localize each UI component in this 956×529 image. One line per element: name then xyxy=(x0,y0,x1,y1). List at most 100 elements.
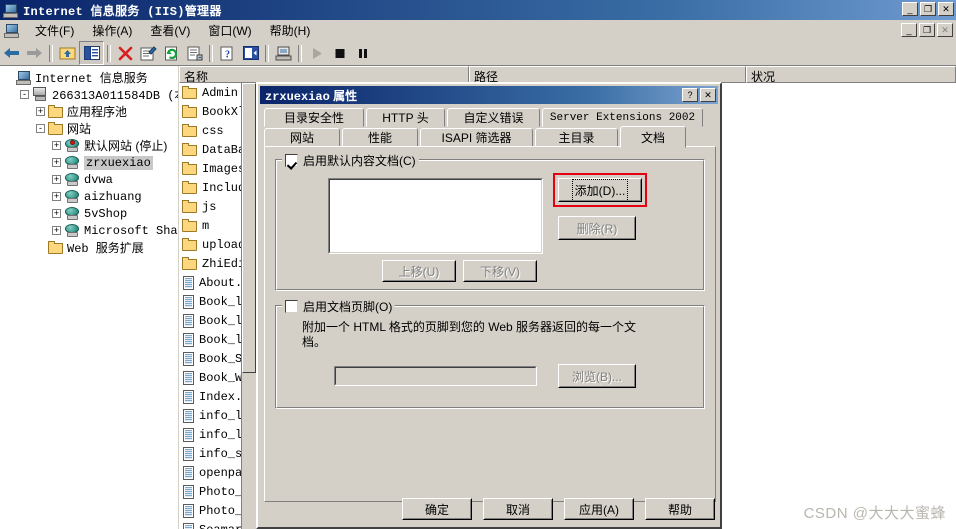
document-icon xyxy=(182,351,195,366)
delete-icon[interactable] xyxy=(114,42,137,64)
tree-item-7[interactable]: + aizhuang xyxy=(2,188,178,205)
toolbar-separator-3 xyxy=(209,44,213,62)
tree-item-6[interactable]: + dvwa xyxy=(2,171,178,188)
restore-button[interactable]: ❐ xyxy=(920,2,936,16)
folder-icon xyxy=(182,105,198,118)
menu-file[interactable]: 文件(F) xyxy=(26,20,83,41)
expand-icon[interactable]: + xyxy=(52,192,61,201)
window-titlebar: Internet 信息服务 (IIS)管理器 _ ❐ ✕ xyxy=(0,0,956,20)
tree-item-9[interactable]: + Microsoft Share xyxy=(2,222,178,239)
tab-isapi-filters[interactable]: ISAPI 筛选器 xyxy=(420,128,533,147)
tree-item-label: dvwa xyxy=(84,172,113,187)
tree-item-5[interactable]: + zrxuexiao xyxy=(2,154,178,171)
file-list-scrollbar[interactable] xyxy=(241,83,256,529)
computer-icon xyxy=(16,70,32,85)
help-button[interactable]: 帮助 xyxy=(645,498,715,520)
close-button[interactable]: ✕ xyxy=(938,2,954,16)
window-title: Internet 信息服务 (IIS)管理器 xyxy=(23,4,222,19)
console-tree-pane[interactable]: Internet 信息服务 - 266313A011584DB (本地计+应用程序池… xyxy=(0,66,179,529)
tab-home-directory[interactable]: 主目录 xyxy=(535,128,618,147)
tab-website[interactable]: 网站 xyxy=(264,128,340,147)
forward-icon[interactable] xyxy=(23,42,46,64)
mdi-minimize-button[interactable]: _ xyxy=(901,23,917,37)
enable-default-documents-checkbox[interactable] xyxy=(285,154,298,167)
tree-item-1[interactable]: - 266313A011584DB (本地计 xyxy=(2,86,178,103)
move-up-button[interactable]: 上移(U) xyxy=(382,260,456,282)
expand-icon[interactable]: + xyxy=(52,175,61,184)
website-icon xyxy=(64,223,81,238)
help-icon[interactable]: ? xyxy=(216,42,239,64)
folder-icon xyxy=(182,219,198,232)
list-column-header[interactable]: 名称 路径 状况 xyxy=(179,66,956,83)
show-tree-icon[interactable] xyxy=(79,41,104,65)
menu-help[interactable]: 帮助(H) xyxy=(261,20,320,41)
document-icon xyxy=(182,313,195,328)
enable-document-footer-checkbox[interactable] xyxy=(285,300,298,313)
expand-icon[interactable]: + xyxy=(36,107,45,116)
default-documents-group: 启用默认内容文档(C) 添加(D)... 删除(R) 上移(U) 下移(V) xyxy=(275,152,705,291)
console-tree[interactable]: Internet 信息服务 - 266313A011584DB (本地计+应用程序池… xyxy=(0,66,178,256)
collapse-icon[interactable]: - xyxy=(36,124,45,133)
tree-item-10[interactable]: Web 服务扩展 xyxy=(2,239,178,256)
properties-icon[interactable] xyxy=(137,42,160,64)
start-icon[interactable] xyxy=(305,42,328,64)
expand-icon[interactable]: + xyxy=(52,226,61,235)
default-documents-listbox[interactable] xyxy=(328,178,543,254)
folder-icon xyxy=(182,143,198,156)
dialog-close-button[interactable]: ✕ xyxy=(700,88,716,102)
pause-icon[interactable] xyxy=(351,42,374,64)
tab-custom-errors[interactable]: 自定义错误 xyxy=(447,108,540,127)
browse-button[interactable]: 浏览(B)... xyxy=(558,364,636,388)
cancel-button[interactable]: 取消 xyxy=(483,498,553,520)
remove-document-button[interactable]: 删除(R) xyxy=(558,216,636,240)
tree-item-4[interactable]: + 默认网站 (停止) xyxy=(2,137,178,154)
move-down-label: 下移(V) xyxy=(480,264,520,279)
tab-http-headers[interactable]: HTTP 头 xyxy=(366,108,445,127)
column-header-1[interactable]: 路径 xyxy=(469,66,746,83)
tree-item-0[interactable]: Internet 信息服务 xyxy=(2,69,178,86)
column-header-2[interactable]: 状况 xyxy=(746,66,956,83)
toolbar-separator-4 xyxy=(265,44,269,62)
scrollbar-thumb[interactable] xyxy=(242,83,256,373)
expand-icon[interactable]: + xyxy=(52,209,61,218)
remove-document-label: 删除(R) xyxy=(576,221,618,236)
document-icon xyxy=(182,370,195,385)
back-icon[interactable] xyxy=(0,42,23,64)
move-down-button[interactable]: 下移(V) xyxy=(463,260,537,282)
up-folder-icon[interactable] xyxy=(56,42,79,64)
expand-icon[interactable]: + xyxy=(52,141,61,150)
connect-icon[interactable] xyxy=(272,42,295,64)
collapse-icon[interactable]: - xyxy=(20,90,29,99)
tab-documents[interactable]: 文档 xyxy=(620,126,686,148)
ok-button[interactable]: 确定 xyxy=(402,498,472,520)
menu-action[interactable]: 操作(A) xyxy=(83,20,141,41)
mdi-restore-button[interactable]: ❐ xyxy=(919,23,935,37)
tab-performance[interactable]: 性能 xyxy=(342,128,418,147)
minimize-button[interactable]: _ xyxy=(902,2,918,16)
move-up-label: 上移(U) xyxy=(398,264,440,279)
dialog-help-button[interactable]: ? xyxy=(682,88,698,102)
document-footer-path-input[interactable] xyxy=(334,366,537,386)
stop-icon[interactable] xyxy=(328,42,351,64)
iis-manager-window: Internet 信息服务 (IIS)管理器 _ ❐ ✕ 文件(F) 操作(A)… xyxy=(0,0,956,529)
tree-item-label: 266313A011584DB (本地计 xyxy=(52,89,178,103)
export-list-icon[interactable] xyxy=(183,42,206,64)
tree-item-label: 默认网站 (停止) xyxy=(84,139,168,153)
tree-item-label: 5vShop xyxy=(84,206,128,221)
refresh-icon[interactable] xyxy=(160,42,183,64)
tree-item-3[interactable]: - 网站 xyxy=(2,120,178,137)
apply-button[interactable]: 应用(A) xyxy=(564,498,634,520)
expand-icon[interactable]: + xyxy=(52,158,61,167)
tab-directory-security[interactable]: 目录安全性 xyxy=(264,108,364,127)
menu-window[interactable]: 窗口(W) xyxy=(199,20,260,41)
website-icon xyxy=(64,155,81,170)
tab-server-extensions[interactable]: Server Extensions 2002 xyxy=(542,108,703,127)
column-header-0[interactable]: 名称 xyxy=(179,66,469,83)
add-document-button[interactable]: 添加(D)... xyxy=(558,178,642,202)
document-icon xyxy=(182,427,195,442)
tree-item-8[interactable]: +5vShop xyxy=(2,205,178,222)
new-window-icon[interactable] xyxy=(239,42,262,64)
tree-item-2[interactable]: + 应用程序池 xyxy=(2,103,178,120)
menu-view[interactable]: 查看(V) xyxy=(141,20,199,41)
mdi-close-button[interactable]: ✕ xyxy=(937,23,953,37)
